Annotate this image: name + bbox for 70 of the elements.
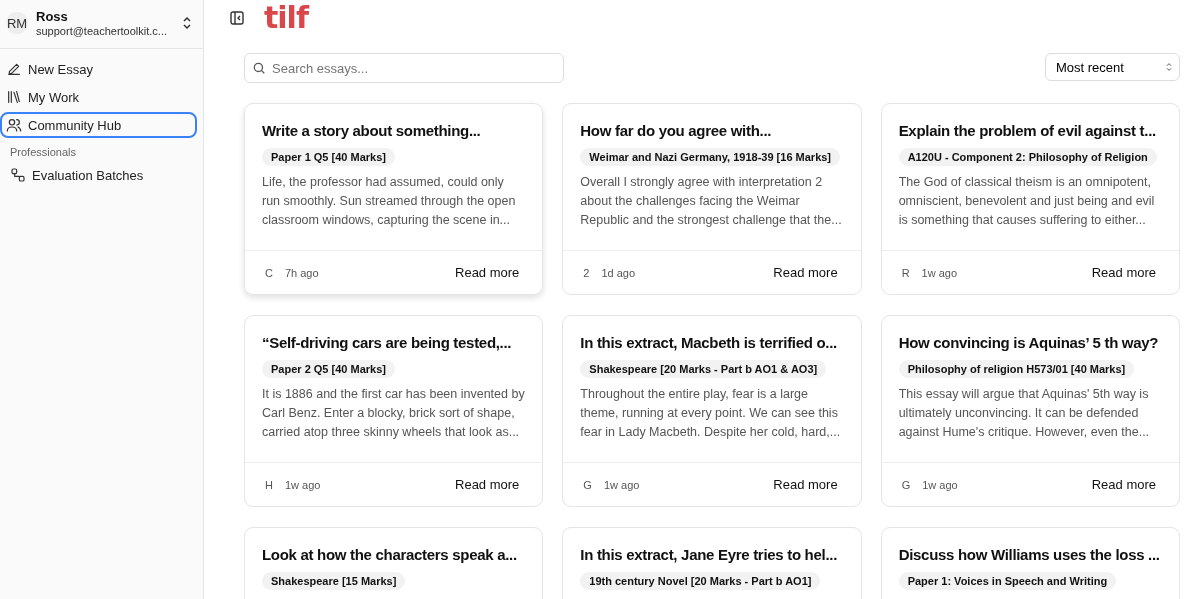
essay-title: “Self-driving cars are being tested,... [262, 334, 513, 351]
chevrons-icon [1165, 62, 1173, 72]
author-initial: 2 [583, 266, 590, 279]
essay-title: Write a story about something... [262, 122, 482, 139]
essay-title: Explain the problem of evil against t... [898, 122, 1157, 139]
essay-tag: A120U - Component 2: Philosophy of Religion [898, 148, 1157, 166]
read-more-link[interactable]: Read more [767, 264, 844, 281]
essay-title: Look at how the characters speak a... [262, 546, 518, 563]
essay-card[interactable] [562, 315, 862, 507]
sort-dropdown[interactable]: Most recent [1045, 53, 1180, 81]
essay-card[interactable] [880, 103, 1180, 295]
read-more-link[interactable]: Read more [449, 476, 526, 493]
section-title: Professionals [9, 145, 78, 160]
read-more-link[interactable]: Read more [1085, 264, 1162, 281]
timestamp: 1w ago [603, 478, 640, 491]
pen-icon [6, 61, 22, 77]
timestamp: 1w ago [284, 478, 321, 491]
author-initial: G [583, 478, 592, 491]
account-name: Ross [36, 9, 69, 24]
essay-card[interactable] [880, 315, 1180, 507]
essay-excerpt: It is 1886 and the first car has been invented by Carl Benz. Enter a blocky, brick sort of shape, carried atop three skinny wheels that look as... [262, 386, 526, 441]
timestamp: 7h ago [284, 266, 319, 279]
essay-tag: 19th century Novel [20 Marks - Part b AO1] [580, 572, 821, 590]
essay-tag: Shakespeare [15 Marks] [262, 572, 406, 590]
author-initial: C [265, 266, 273, 279]
read-more-link[interactable]: Read more [449, 264, 526, 281]
essay-title: In this extract, Macbeth is terrified o... [580, 334, 838, 351]
essay-card[interactable] [244, 103, 544, 295]
essay-tag: Paper 2 Q5 [40 Marks] [262, 360, 395, 378]
chevrons-icon[interactable] [181, 16, 193, 30]
essay-excerpt: The God of classical theism is an omnipotent, omniscient, benevolent and just being and evil is something that causes suffering to either... [898, 174, 1156, 229]
author-initial: R [901, 266, 910, 279]
essay-tag: Paper 1: Voices in Speech and Writing [898, 572, 1117, 590]
account-email: support@teachertoolkit.c... [36, 25, 168, 37]
avatar: RM [6, 12, 28, 34]
timestamp: 1w ago [922, 478, 958, 491]
essay-card[interactable]: Look at how the characters speak a... Shakespeare [15 Marks] [244, 527, 544, 599]
essay-tag: Philosophy of religion H573/01 [40 Marks] [898, 360, 1135, 378]
nav-item[interactable]: New Essay [0, 56, 197, 82]
search-icon [252, 61, 266, 75]
essay-excerpt: This essay will argue that Aquinas' 5th way is ultimately unconvincing. It can be defended against Hume's critique. However, even the... [898, 386, 1151, 441]
timestamp: 1d ago [601, 266, 636, 279]
books-icon [6, 89, 22, 105]
read-more-link[interactable]: Read more [1085, 476, 1162, 493]
essay-tag: Weimar and Nazi Germany, 1918-39 [16 Marks] [580, 148, 841, 166]
essay-excerpt: Overall I strongly agree with interpretation 2 about the challenges facing the Weimar Republic and the strongest challenge that the... [580, 174, 843, 229]
timestamp: 1w ago [921, 266, 958, 279]
essay-excerpt: Life, the professor had assumed, could only run smoothly. Sun streamed through the open classroom windows, capturing the scene in... [262, 174, 517, 229]
essay-title: In this extract, Jane Eyre tries to hel... [580, 546, 838, 563]
users-icon [6, 117, 22, 133]
author-initial: G [901, 478, 911, 491]
author-initial: H [265, 478, 273, 491]
nav-item[interactable]: Evaluation Batches [0, 162, 197, 188]
essay-card[interactable]: In this extract, Jane Eyre tries to hel... 19th century Novel [20 Marks - Part b AO1] [562, 527, 862, 599]
essay-title: How far do you agree with... [580, 122, 773, 139]
essay-card[interactable] [244, 315, 544, 507]
nav-item[interactable]: Community Hub [0, 112, 197, 138]
batches-icon [10, 167, 26, 183]
logo: tilf [264, 0, 308, 35]
essay-excerpt: Throughout the entire play, fear is a large theme, running at every point. We can see this fear in Lady Macbeth. Despite her cold, hard,... [580, 386, 842, 441]
read-more-link[interactable]: Read more [767, 476, 844, 493]
essay-title: How convincing is Aquinas’ 5 th way? [898, 334, 1160, 351]
nav-item[interactable]: My Work [0, 84, 197, 110]
sidebar-toggle-icon[interactable] [230, 10, 244, 25]
essay-title: Discuss how Williams uses the loss ... [898, 546, 1161, 563]
essay-card[interactable]: Discuss how Williams uses the loss ... Paper 1: Voices in Speech and Writing [880, 527, 1180, 599]
essay-tag: Paper 1 Q5 [40 Marks] [262, 148, 395, 166]
essay-card[interactable] [562, 103, 862, 295]
search-field[interactable]: Search essays... [244, 53, 564, 83]
essay-tag: Shakespeare [20 Marks - Part b AO1 & AO3] [580, 360, 827, 378]
